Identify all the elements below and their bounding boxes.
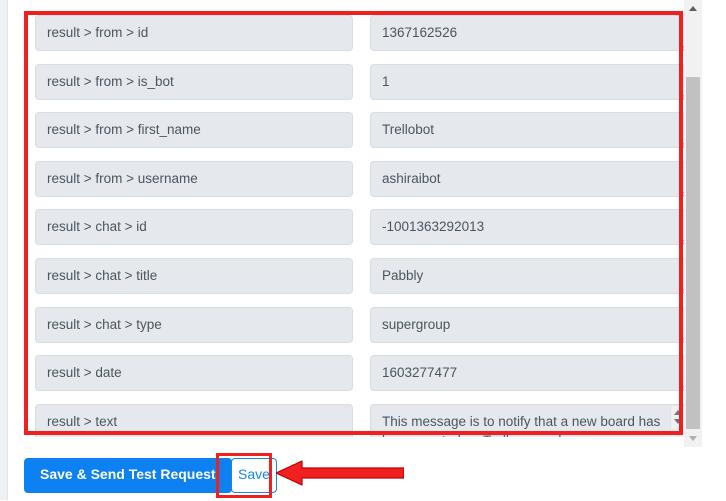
save-and-send-test-request-button[interactable]: Save & Send Test Request: [24, 458, 232, 493]
page-left-gutter: [0, 0, 8, 500]
field-key-input[interactable]: result > text: [35, 403, 353, 437]
field-value-textarea[interactable]: 1367162526: [370, 15, 687, 51]
scroll-down-arrow-icon[interactable]: [684, 430, 702, 447]
field-value-textarea[interactable]: Pabbly: [370, 258, 687, 294]
scroll-up-arrow-icon[interactable]: [684, 0, 702, 17]
field-key-input[interactable]: result > chat > title: [35, 258, 353, 294]
form-footer: Save & Send Test Request Save: [9, 448, 684, 501]
textarea-scroll-up-arrow-icon[interactable]: [674, 409, 682, 415]
field-mapping-row: result > from > first_name Trellobot: [35, 112, 687, 149]
field-value-textarea[interactable]: supergroup: [370, 306, 687, 343]
field-mapping-row: result > date 1603277477: [35, 355, 687, 392]
field-key-input[interactable]: result > chat > type: [35, 306, 353, 343]
field-value-textarea[interactable]: -1001363292013: [370, 209, 687, 246]
field-key-input[interactable]: result > from > is_bot: [35, 63, 353, 100]
field-value-textarea[interactable]: 1603277477: [370, 355, 687, 392]
field-value-textarea[interactable]: Trellobot: [370, 112, 687, 149]
field-value-textarea[interactable]: 1: [370, 63, 687, 100]
page-scrollbar-thumb[interactable]: [686, 77, 700, 429]
field-mapping-row: result > from > is_bot 1: [35, 63, 687, 100]
field-value-textarea[interactable]: This message is to notify that a new boa…: [370, 403, 687, 437]
save-button[interactable]: Save: [231, 458, 277, 493]
field-mapping-row: result > chat > id -1001363292013: [35, 209, 687, 246]
field-key-input[interactable]: result > chat > id: [35, 209, 353, 246]
field-key-input[interactable]: result > date: [35, 355, 353, 392]
field-mapping-row: result > text This message is to notify t…: [35, 403, 687, 437]
field-key-input[interactable]: result > from > username: [35, 160, 353, 197]
field-key-input[interactable]: result > from > id: [35, 15, 353, 51]
field-mapping-row: result > chat > type supergroup: [35, 306, 687, 343]
field-mapping-row: result > from > id 1367162526: [35, 15, 687, 51]
textarea-scroll-down-arrow-icon[interactable]: [674, 418, 682, 424]
page-scrollbar[interactable]: [684, 0, 702, 447]
field-value-textarea[interactable]: ashiraibot: [370, 160, 687, 197]
response-mapping-form: result > from > id 1367162526 result > fro…: [9, 0, 687, 500]
response-field-list: result > from > id 1367162526 result > fro…: [35, 0, 687, 437]
field-mapping-row: result > chat > title Pabbly: [35, 258, 687, 294]
field-mapping-row: result > from > username ashiraibot: [35, 160, 687, 197]
field-key-input[interactable]: result > from > first_name: [35, 112, 353, 149]
